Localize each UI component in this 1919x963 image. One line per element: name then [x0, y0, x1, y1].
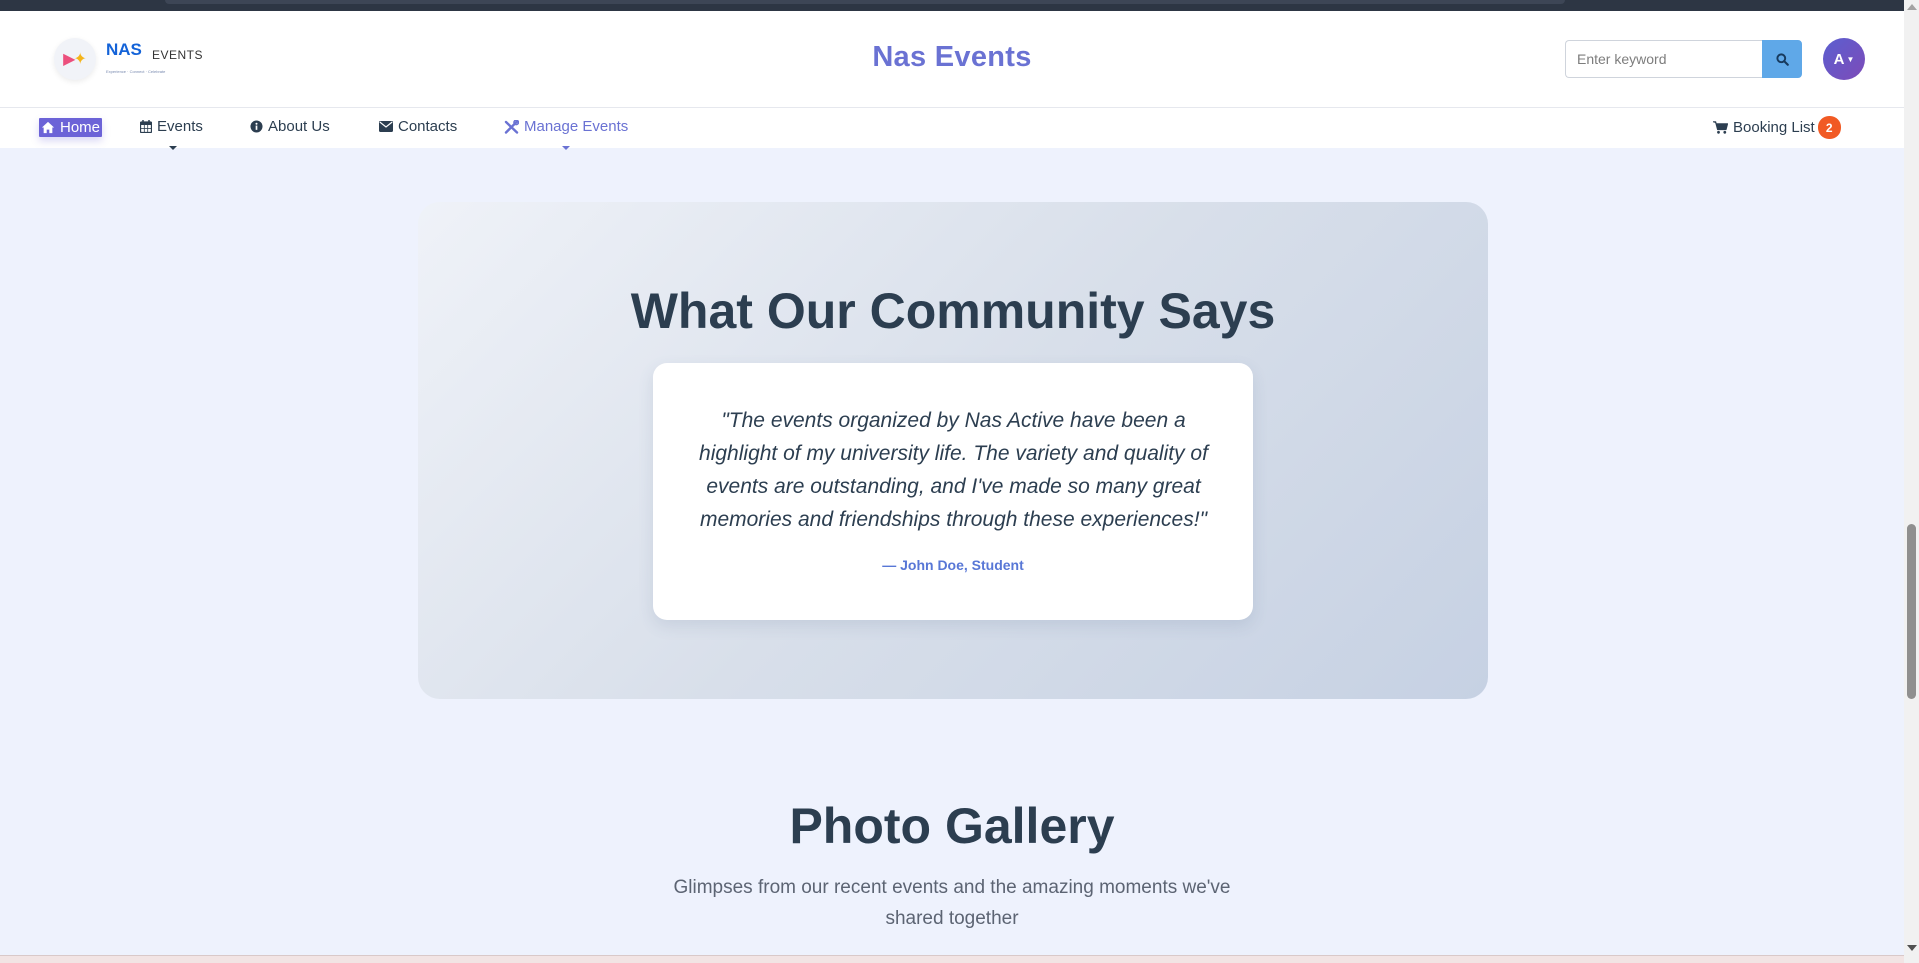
search-button[interactable] — [1762, 40, 1802, 78]
cart-icon — [1713, 121, 1728, 134]
user-avatar-menu[interactable]: A ▼ — [1823, 38, 1865, 80]
nav-events[interactable]: Events — [140, 118, 203, 135]
nav-booking-list[interactable]: Booking List 2 — [1713, 116, 1841, 139]
browser-top-strip — [0, 0, 1919, 11]
testimonial-section: What Our Community Says "The events orga… — [418, 202, 1488, 699]
gallery-title: Photo Gallery — [789, 798, 1115, 854]
nav-booking-list-label: Booking List — [1733, 119, 1815, 136]
logo-tagline: Experience · Connect · Celebrate — [106, 69, 166, 74]
nav-events-label: Events — [157, 118, 203, 135]
logo-suffix: EVENTS — [152, 48, 204, 62]
envelope-icon — [379, 121, 393, 132]
nav-about-label: About Us — [268, 118, 330, 135]
booking-count-badge: 2 — [1817, 116, 1841, 139]
site-logo[interactable]: ▶ ✦ NAS EVENTS Experience · Connect · Cel… — [54, 38, 216, 80]
search-icon — [1775, 52, 1789, 66]
manage-dropdown-caret-icon[interactable] — [562, 146, 570, 150]
main-navbar: Home Events About Us Contacts Manage Eve… — [0, 108, 1904, 150]
testimonial-author: — John Doe, Student — [882, 557, 1024, 573]
site-title-text[interactable]: Nas Events — [872, 41, 1031, 73]
scroll-down-arrow-icon[interactable] — [1907, 945, 1917, 951]
nav-manage-events[interactable]: Manage Events — [504, 118, 628, 135]
logo-brand: NAS — [106, 40, 142, 59]
scroll-up-arrow-icon[interactable] — [1907, 4, 1917, 10]
chevron-down-icon: ▼ — [1846, 54, 1855, 64]
logo-text: NAS EVENTS Experience · Connect · Celebr… — [106, 38, 216, 80]
scrollbar-thumb[interactable] — [1907, 524, 1916, 699]
tools-icon — [504, 119, 519, 134]
testimonial-card: "The events organized by Nas Active have… — [653, 363, 1253, 620]
nav-about[interactable]: About Us — [250, 118, 330, 135]
logo-play-icon: ▶ ✦ — [54, 38, 96, 80]
page-scrollbar[interactable] — [1904, 0, 1919, 963]
avatar-initial: A — [1833, 50, 1845, 68]
search-bar — [1565, 40, 1802, 78]
nav-contacts[interactable]: Contacts — [379, 118, 457, 135]
nav-home[interactable]: Home — [39, 118, 103, 137]
calendar-icon — [140, 120, 152, 133]
browser-tab-bar — [165, 0, 1565, 4]
nav-contacts-label: Contacts — [398, 118, 458, 135]
bottom-edge-strip — [0, 955, 1904, 963]
site-header: ▶ ✦ NAS EVENTS Experience · Connect · Cel… — [0, 11, 1904, 108]
home-icon — [41, 121, 55, 134]
search-input[interactable] — [1565, 40, 1762, 78]
events-dropdown-caret-icon[interactable] — [169, 146, 177, 150]
testimonial-quote: "The events organized by Nas Active have… — [699, 409, 1208, 531]
nav-manage-events-label: Manage Events — [524, 118, 629, 135]
info-icon — [250, 120, 263, 133]
testimonial-heading: What Our Community Says — [630, 283, 1276, 339]
nav-home-label: Home — [60, 119, 101, 136]
gallery-subtitle: Glimpses from our recent events and the … — [673, 877, 1231, 929]
